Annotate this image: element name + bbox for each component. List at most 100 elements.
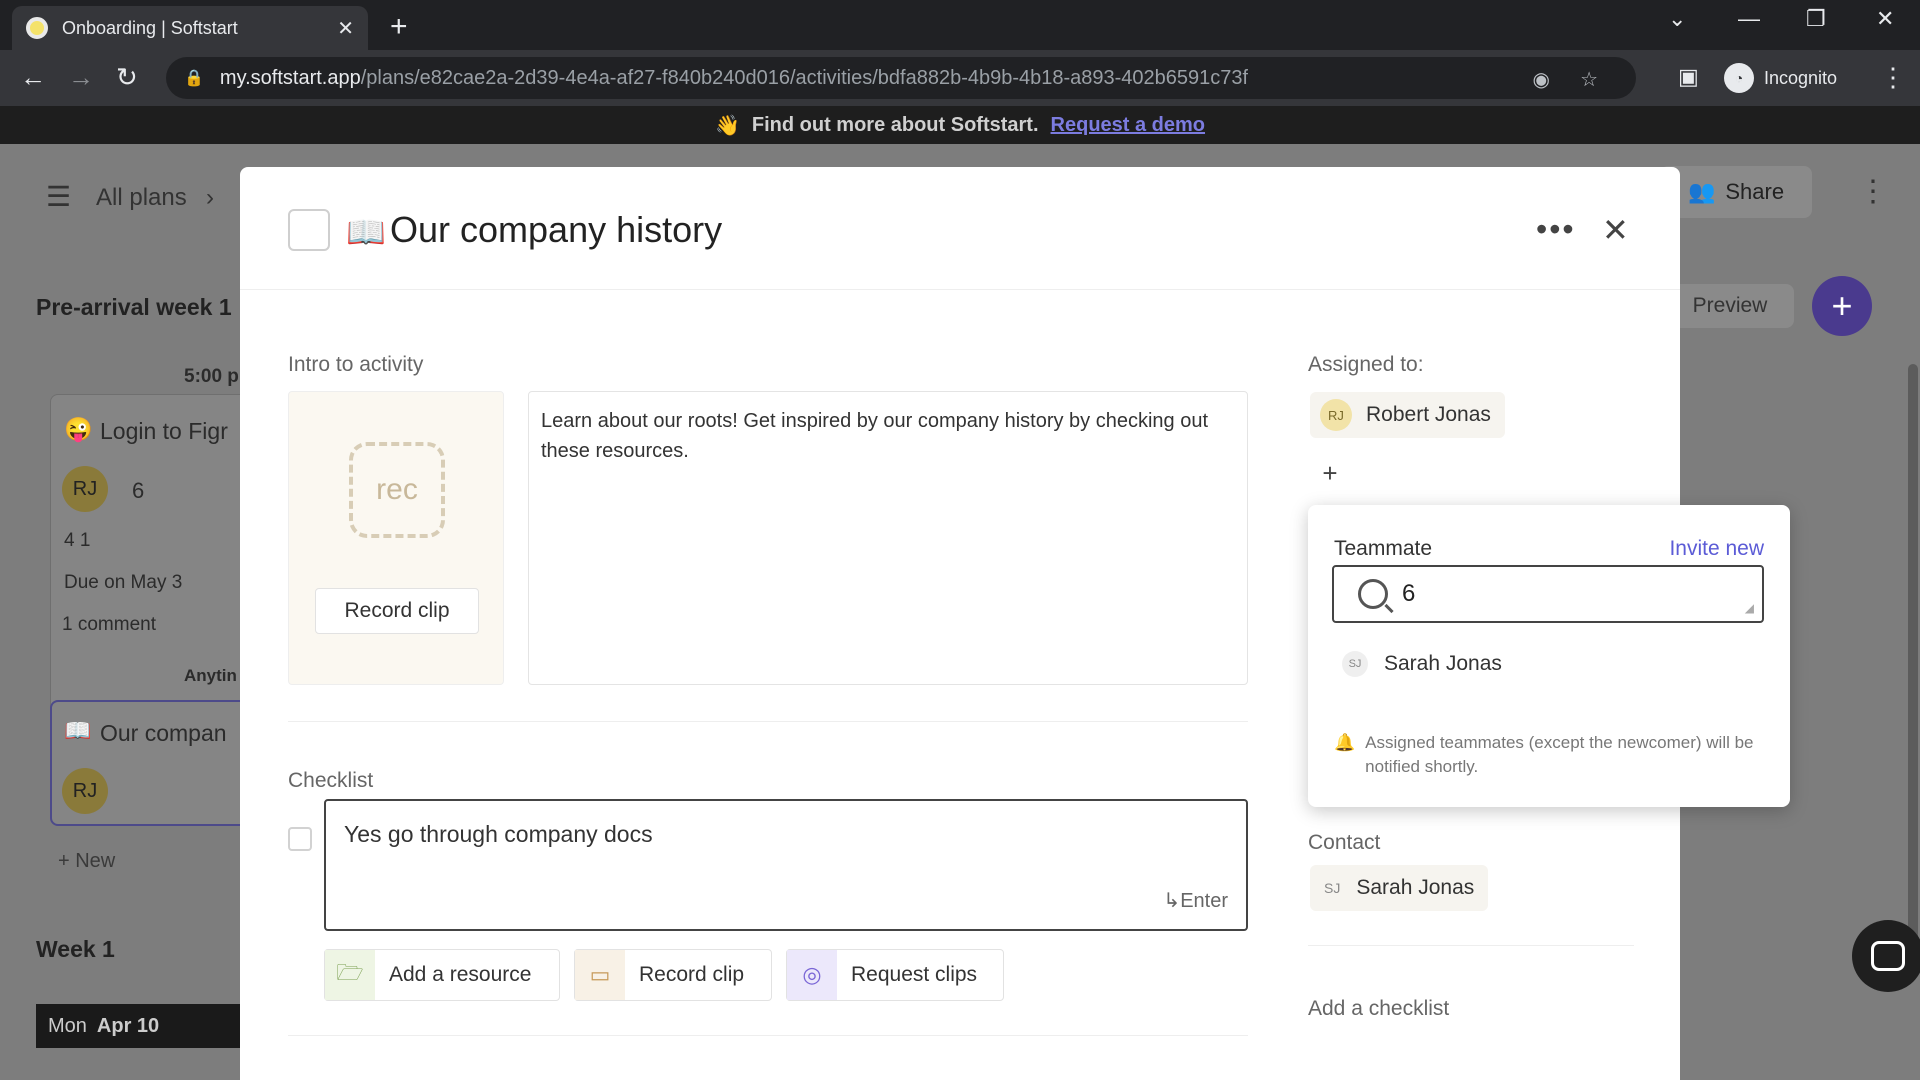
activity-complete-checkbox[interactable] — [288, 209, 330, 251]
side-panel-icon[interactable]: ▣ — [1678, 64, 1699, 90]
breadcrumb-all-plans[interactable]: All plans — [96, 184, 187, 212]
tools-divider — [288, 1035, 1248, 1036]
section-divider — [288, 721, 1248, 722]
section-title-prearrival: Pre-arrival week 1 — [36, 294, 232, 320]
record-clip-button[interactable]: Record clip — [315, 588, 479, 634]
chat-icon — [1871, 941, 1905, 971]
teammate-option[interactable]: SJ Sarah Jonas — [1342, 651, 1502, 677]
menu-icon[interactable]: ☰ — [46, 180, 71, 213]
add-resource-label: Add a resource — [389, 963, 532, 986]
contact-chip[interactable]: SJ Sarah Jonas — [1310, 865, 1489, 911]
card1-emoji-icon: 😜 — [64, 416, 93, 442]
checklist-item-input[interactable]: Yes go through company docs ↳Enter — [324, 799, 1248, 931]
modal-title[interactable]: Our company history — [390, 209, 722, 251]
assignee-avatar: RJ — [1320, 399, 1352, 431]
add-fab-button[interactable]: + — [1812, 276, 1872, 336]
record-clip-tool-label: Record clip — [639, 963, 745, 986]
folder-icon: 🗁 — [325, 950, 375, 1000]
page-scrollbar[interactable] — [1908, 364, 1918, 944]
contact-divider — [1308, 945, 1634, 946]
add-checklist-link[interactable]: Add a checklist — [1308, 997, 1449, 1021]
contact-name: Sarah Jonas — [1356, 876, 1475, 899]
browser-tab[interactable]: Onboarding | Softstart ✕ — [12, 6, 368, 50]
card2-title: Our compan — [100, 720, 227, 746]
request-demo-link[interactable]: Request a demo — [1051, 114, 1205, 137]
new-tab-icon[interactable]: + — [390, 10, 408, 44]
request-clips-label: Request clips — [851, 963, 978, 986]
rec-text: rec — [376, 473, 418, 506]
enter-hint: ↳Enter — [1163, 888, 1228, 913]
banner-text: Find out more about Softstart. — [751, 113, 1039, 136]
minimize-icon[interactable]: — — [1738, 6, 1760, 32]
reload-icon[interactable]: ↻ — [116, 62, 138, 93]
address-bar[interactable]: 🔒 my.softstart.app /plans/e82cae2a-2d39-… — [166, 57, 1636, 99]
window-close-icon[interactable]: ✕ — [1876, 6, 1894, 32]
softstart-favicon-icon — [26, 17, 48, 39]
header-divider — [240, 289, 1680, 290]
browser-menu-icon[interactable]: ⋮ — [1880, 62, 1906, 93]
teammate-label: Teammate — [1334, 537, 1433, 560]
resize-handle-icon: ◢ — [1744, 601, 1754, 615]
preview-label: Preview — [1692, 294, 1768, 317]
people-icon: 👥 — [1687, 179, 1716, 204]
rec-icon: rec — [349, 442, 445, 538]
back-icon[interactable]: ← — [20, 62, 46, 93]
chat-launcher-button[interactable] — [1852, 920, 1920, 992]
notify-note-text: Assigned teammates (except the newcomer)… — [1365, 733, 1754, 776]
date-value: Apr 10 — [96, 1014, 160, 1037]
contact-avatar: SJ — [1324, 880, 1341, 896]
search-icon — [1358, 579, 1388, 609]
assignee-name: Robert Jonas — [1366, 403, 1491, 426]
enter-hint-label: Enter — [1180, 890, 1228, 912]
contact-label: Contact — [1308, 831, 1381, 854]
preview-button[interactable]: Preview — [1666, 284, 1794, 328]
tab-search-icon[interactable]: ⌄ — [1668, 6, 1686, 32]
bookmark-star-icon[interactable]: ☆ — [1580, 67, 1598, 92]
enter-arrow-icon: ↳ — [1163, 890, 1181, 912]
teammate-option-avatar: SJ — [1342, 651, 1368, 677]
new-activity-link[interactable]: + New — [58, 850, 115, 873]
card2-avatar: RJ — [62, 768, 108, 814]
card1-count: 6 — [132, 478, 145, 503]
assignee-chip[interactable]: RJ Robert Jonas — [1310, 392, 1505, 438]
share-label: Share — [1725, 179, 1785, 204]
add-assignee-button[interactable]: + — [1310, 453, 1350, 493]
activity-modal: 📖 Our company history ••• ✕ Intro to act… — [240, 167, 1790, 1080]
app-more-icon[interactable]: ⋮ — [1858, 174, 1888, 209]
record-clip-tool-button[interactable]: ▭ Record clip — [574, 949, 772, 1001]
restore-icon[interactable]: ❐ — [1806, 6, 1826, 32]
checklist-item-checkbox[interactable] — [288, 827, 312, 851]
tab-close-icon[interactable]: ✕ — [337, 16, 354, 41]
incognito-icon: ◔ — [1724, 63, 1754, 93]
card1-meta: 4 1 — [64, 530, 91, 551]
invite-new-link[interactable]: Invite new — [1669, 537, 1764, 561]
card1-title: Login to Figr — [100, 418, 228, 444]
share-button[interactable]: 👥 Share — [1660, 166, 1812, 218]
browser-tabstrip: Onboarding | Softstart ✕ + ⌄ — ❐ ✕ — [0, 0, 1920, 50]
book-icon: 📖 — [346, 214, 386, 250]
modal-close-icon[interactable]: ✕ — [1602, 211, 1629, 249]
tracking-protection-icon[interactable]: ◉ — [1533, 67, 1550, 92]
date-day: Mon — [48, 1014, 87, 1037]
checklist-label: Checklist — [288, 769, 374, 792]
teammate-search-input[interactable] — [1402, 580, 1722, 608]
browser-toolbar: ← → ↻ 🔒 my.softstart.app /plans/e82cae2a… — [0, 50, 1920, 106]
lock-icon[interactable]: 🔒 — [184, 68, 204, 88]
intro-label: Intro to activity — [288, 353, 424, 376]
card1-due: Due on May 3 — [64, 572, 183, 593]
request-clips-button[interactable]: ◎ Request clips — [786, 949, 1004, 1001]
date-header: Mon Apr 10 — [36, 1004, 246, 1048]
checklist-item-text: Yes go through company docs — [344, 821, 653, 847]
card2-book-icon: 📖 — [64, 718, 92, 743]
add-resource-button[interactable]: 🗁 Add a resource — [324, 949, 560, 1001]
promo-banner: 👋 Find out more about Softstart. Request… — [0, 106, 1920, 144]
intro-text-editor[interactable]: Learn about our roots! Get inspired by o… — [528, 391, 1248, 685]
notify-note: 🔔 Assigned teammates (except the newcome… — [1334, 731, 1764, 779]
more-options-icon[interactable]: ••• — [1536, 211, 1576, 248]
wave-icon: 👋 — [714, 114, 740, 137]
anytime-label: Anytin — [184, 666, 237, 685]
incognito-badge[interactable]: ◔ Incognito — [1724, 58, 1837, 98]
forward-icon[interactable]: → — [68, 62, 94, 93]
section-title-week1: Week 1 — [36, 936, 115, 962]
teammate-search-field[interactable]: ◢ — [1332, 565, 1764, 623]
